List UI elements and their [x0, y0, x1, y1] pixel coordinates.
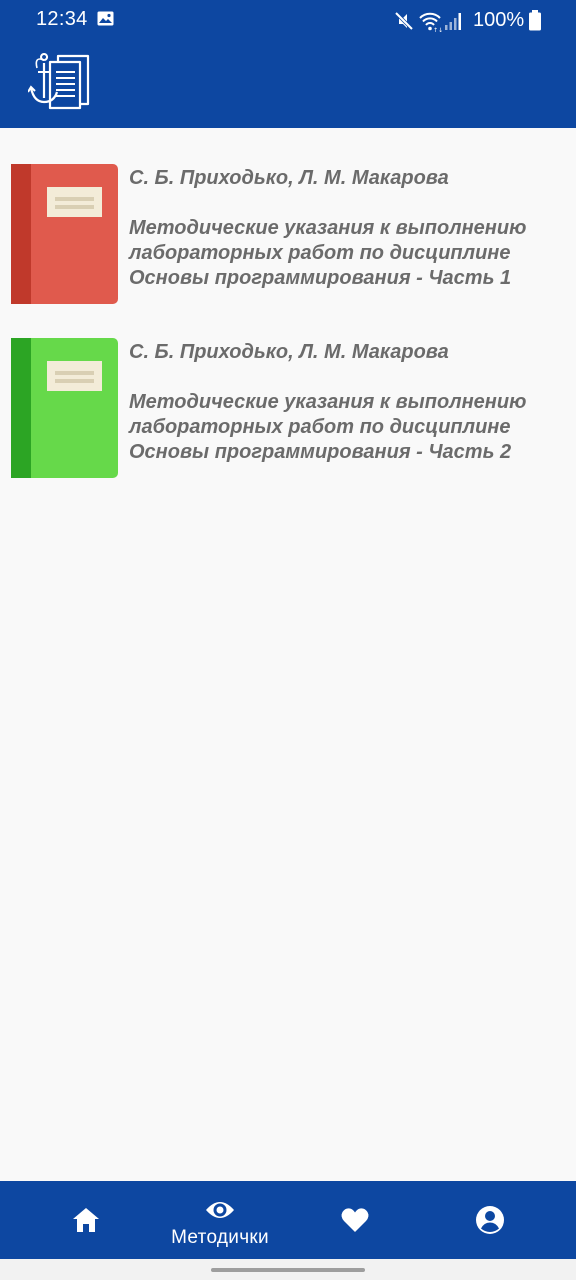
home-gesture-bar[interactable] [211, 1268, 365, 1272]
nav-manuals-label: Методички [171, 1227, 269, 1248]
book-cover-icon [11, 164, 118, 304]
wifi-icon: ↑↓ [419, 12, 442, 32]
book-item-1[interactable]: С. Б. Приходько, Л. М. Макарова Методиче… [0, 128, 576, 304]
book-title: Методические указания к выполнению лабор… [129, 391, 527, 463]
book-info: С. Б. Приходько, Л. М. Макарова Методиче… [129, 340, 559, 465]
mute-icon [394, 11, 414, 31]
svg-text:↑↓: ↑↓ [433, 27, 442, 32]
nav-home[interactable] [21, 1181, 151, 1259]
home-icon [73, 1208, 99, 1232]
gesture-area [0, 1259, 576, 1280]
account-icon [476, 1206, 504, 1234]
signal-icon [445, 13, 461, 30]
eye-icon [206, 1202, 234, 1218]
battery-percent: 100% [473, 9, 525, 31]
nav-favorites[interactable] [290, 1181, 420, 1259]
app-bar [0, 42, 576, 128]
bottom-navigation: Методички [0, 1181, 576, 1259]
nav-account[interactable] [425, 1181, 555, 1259]
book-info: С. Б. Приходько, Л. М. Макарова Методиче… [129, 166, 559, 291]
heart-icon [341, 1208, 369, 1232]
book-authors: С. Б. Приходько, Л. М. Макарова [129, 167, 449, 189]
nav-manuals[interactable]: Методички [155, 1181, 285, 1259]
book-item-2[interactable]: С. Б. Приходько, Л. М. Макарова Методиче… [0, 302, 576, 478]
book-cover-icon [11, 338, 118, 478]
book-authors: С. Б. Приходько, Л. М. Макарова [129, 341, 449, 363]
battery-icon [529, 10, 541, 31]
manual-book-logo-icon[interactable] [28, 52, 92, 110]
book-title: Методические указания к выполнению лабор… [129, 217, 527, 289]
status-bar: 12:34 ↑↓ 100% [0, 0, 576, 42]
image-icon [97, 11, 114, 26]
status-time: 12:34 [36, 8, 88, 30]
